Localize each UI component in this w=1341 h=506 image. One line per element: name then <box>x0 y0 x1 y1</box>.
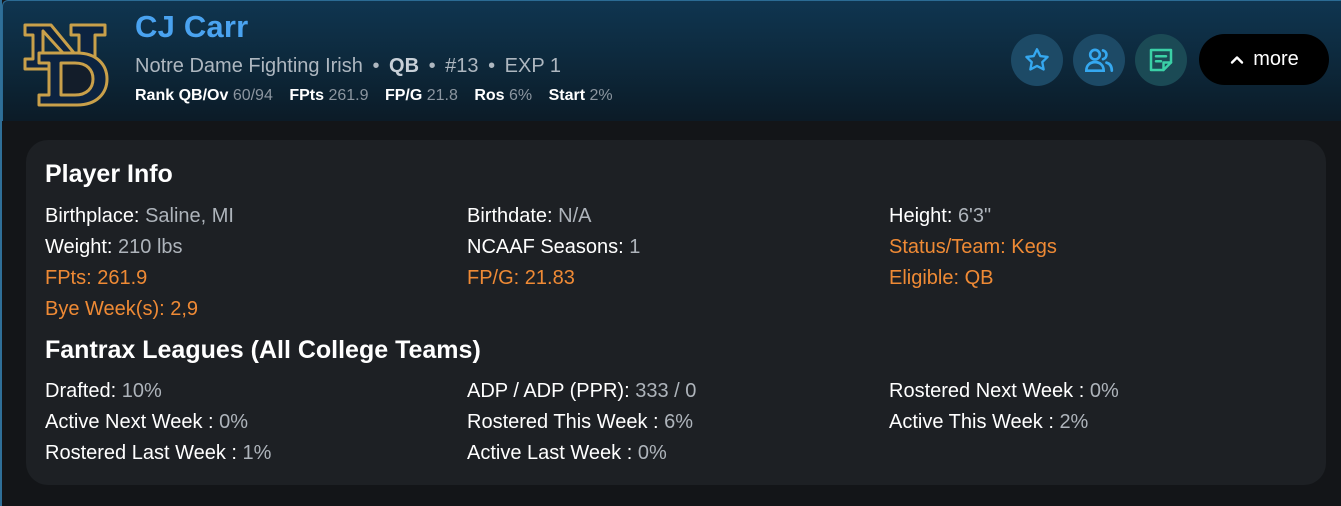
field-value: QB <box>964 267 994 289</box>
field-label: Birthplace: <box>45 205 140 227</box>
stat-start: Start 2% <box>549 87 613 105</box>
chevron-up-icon <box>1231 55 1244 64</box>
field-value: 0% <box>219 411 249 433</box>
stat-fpg: FP/G 21.8 <box>385 87 458 105</box>
field-label: Drafted: <box>45 380 117 402</box>
stat-value: 261.9 <box>328 87 369 104</box>
stat-value: 6% <box>509 87 533 104</box>
stat-value: 2% <box>589 87 613 104</box>
header-stats: Rank QB/Ov 60/94 FPts 261.9 FP/G 21.8 Ro… <box>135 87 625 105</box>
stat-label: Start <box>548 87 586 104</box>
favorite-button[interactable] <box>1011 34 1063 86</box>
people-icon <box>1084 48 1114 72</box>
field-label: FP/G: <box>467 267 520 289</box>
field-value: 0% <box>1089 380 1119 402</box>
rostered-this-week-field: Rostered This Week : 6% <box>467 411 693 434</box>
field-value: 6'3" <box>957 205 992 227</box>
player-name[interactable]: CJ Carr <box>135 9 248 45</box>
field-label: Bye Week(s): <box>45 298 165 320</box>
ncaaf-seasons-field: NCAAF Seasons: 1 <box>467 236 640 259</box>
player-header: CJ Carr Notre Dame Fighting Irish • QB •… <box>2 0 1341 121</box>
weight-field: Weight: 210 lbs <box>45 236 183 259</box>
adp-field: ADP / ADP (PPR): 333 / 0 <box>467 380 696 403</box>
field-label: FPts: <box>45 267 92 289</box>
bye-weeks-field: Bye Week(s): 2,9 <box>45 298 198 321</box>
note-icon <box>1149 48 1173 72</box>
leagues-title: Fantrax Leagues (All College Teams) <box>45 336 481 364</box>
field-value: 1 <box>629 236 641 258</box>
field-label: Birthdate: <box>467 205 553 227</box>
more-label: more <box>1253 48 1299 70</box>
field-value: 10% <box>121 380 162 402</box>
field-label: ADP / ADP (PPR): <box>467 380 630 402</box>
team-logo <box>23 23 109 107</box>
separator-dot: • <box>488 55 496 77</box>
rostered-last-week-field: Rostered Last Week : 1% <box>45 442 271 465</box>
height-field: Height: 6'3" <box>889 205 991 228</box>
drafted-field: Drafted: 10% <box>45 380 162 403</box>
birthdate-field: Birthdate: N/A <box>467 205 592 228</box>
field-value: 333 / 0 <box>635 380 697 402</box>
field-label: Eligible: <box>889 267 960 289</box>
compare-players-button[interactable] <box>1073 34 1125 86</box>
stat-label: FPts <box>289 87 324 104</box>
stat-value: 21.8 <box>426 87 458 104</box>
fpts-field: FPts: 261.9 <box>45 267 147 290</box>
field-value: 2% <box>1059 411 1089 433</box>
field-value: N/A <box>558 205 592 227</box>
field-label: Weight: <box>45 236 113 258</box>
field-value: Saline, MI <box>145 205 234 227</box>
active-this-week-field: Active This Week : 2% <box>889 411 1088 434</box>
field-value: 210 lbs <box>118 236 183 258</box>
stat-label: Rank QB/Ov <box>135 87 229 104</box>
field-value: 2,9 <box>170 298 199 320</box>
separator-dot: • <box>372 55 380 77</box>
star-icon <box>1025 48 1049 71</box>
team-name[interactable]: Notre Dame Fighting Irish <box>135 55 363 77</box>
field-label: Height: <box>889 205 953 227</box>
fpg-field: FP/G: 21.83 <box>467 267 575 290</box>
jersey-number: #13 <box>445 55 479 77</box>
field-value: Kegs <box>1011 236 1057 258</box>
field-value: 1% <box>242 442 272 464</box>
experience: EXP 1 <box>504 55 562 77</box>
eligible-field: Eligible: QB <box>889 267 994 290</box>
stat-label: Ros <box>474 87 505 104</box>
rostered-next-week-field: Rostered Next Week : 0% <box>889 380 1119 403</box>
field-value: 6% <box>664 411 694 433</box>
active-next-week-field: Active Next Week : 0% <box>45 411 248 434</box>
field-label: Active This Week : <box>889 411 1054 433</box>
field-value: 261.9 <box>97 267 148 289</box>
stat-value: 60/94 <box>232 87 273 104</box>
field-label: Active Last Week : <box>467 442 633 464</box>
field-label: Rostered Last Week : <box>45 442 237 464</box>
field-label: Active Next Week : <box>45 411 214 433</box>
stat-fpts: FPts 261.9 <box>289 87 368 105</box>
stat-label: FP/G <box>384 87 423 104</box>
field-value: 0% <box>637 442 667 464</box>
player-info-title: Player Info <box>45 160 173 188</box>
stat-ros: Ros 6% <box>474 87 532 105</box>
active-last-week-field: Active Last Week : 0% <box>467 442 667 465</box>
more-button[interactable]: more <box>1199 34 1329 85</box>
birthplace-field: Birthplace: Saline, MI <box>45 205 234 228</box>
field-label: Rostered This Week : <box>467 411 659 433</box>
field-label: Status/Team: <box>889 236 1006 258</box>
separator-dot: • <box>428 55 436 77</box>
info-panel: Player Info Birthplace: Saline, MI Birth… <box>26 140 1326 485</box>
notes-button[interactable] <box>1135 34 1187 86</box>
stat-rank: Rank QB/Ov 60/94 <box>135 87 273 105</box>
player-position: QB <box>389 55 420 77</box>
field-label: Rostered Next Week : <box>889 380 1085 402</box>
player-subline: Notre Dame Fighting Irish • QB • #13 • E… <box>135 55 561 78</box>
player-card: CJ Carr Notre Dame Fighting Irish • QB •… <box>0 0 1341 506</box>
field-label: NCAAF Seasons: <box>467 236 624 258</box>
status-team-field: Status/Team: Kegs <box>889 236 1057 259</box>
field-value: 21.83 <box>524 267 575 289</box>
